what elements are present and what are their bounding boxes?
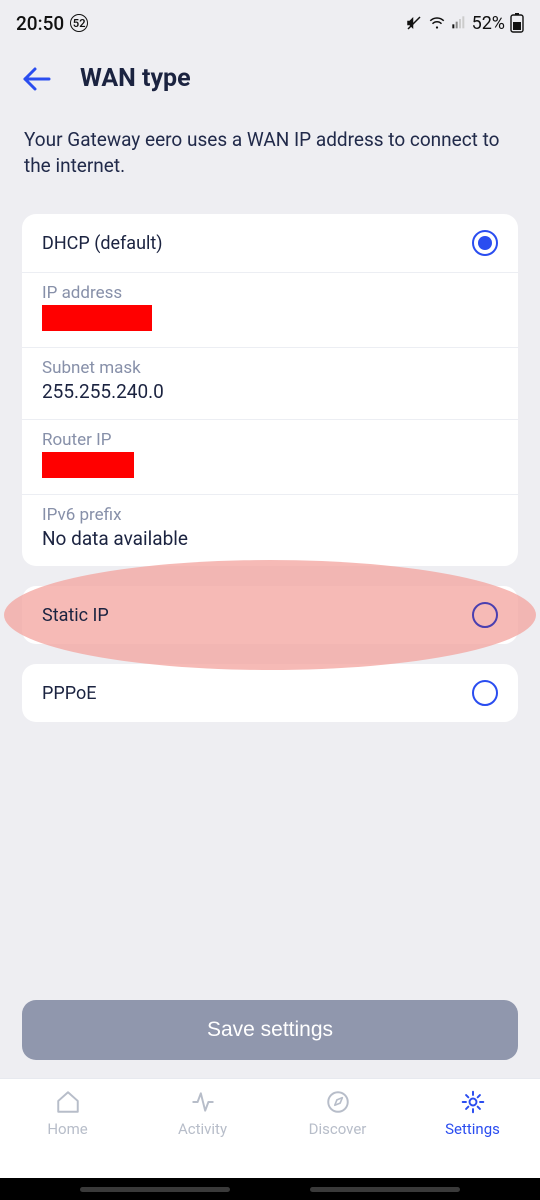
dhcp-subnet-row: Subnet mask 255.255.240.0	[22, 348, 518, 420]
dhcp-ip-row: IP address	[22, 273, 518, 348]
wan-option-pppoe-card: PPPoE	[22, 664, 518, 722]
gesture-pill	[80, 1187, 230, 1192]
gear-icon	[460, 1087, 486, 1117]
battery-icon	[510, 13, 524, 33]
arrow-left-icon	[22, 66, 52, 92]
compass-icon	[325, 1087, 351, 1117]
dhcp-subnet-value: 255.255.240.0	[42, 380, 498, 403]
wan-option-static-label: Static IP	[42, 605, 109, 626]
back-button[interactable]	[22, 66, 52, 92]
dhcp-ipv6-row: IPv6 prefix No data available	[22, 495, 518, 566]
nav-settings[interactable]: Settings	[405, 1087, 540, 1178]
mute-icon	[405, 14, 423, 32]
dhcp-router-value-redacted	[42, 452, 134, 478]
wifi-icon	[428, 14, 446, 32]
radio-selected-icon	[472, 230, 498, 256]
wan-option-dhcp[interactable]: DHCP (default)	[22, 214, 518, 273]
dhcp-ipv6-value: No data available	[42, 527, 498, 550]
dhcp-ip-value-redacted	[42, 305, 152, 331]
status-bar: 20:50 52 52%	[0, 0, 540, 46]
wan-option-pppoe[interactable]: PPPoE	[22, 664, 518, 722]
status-left: 20:50 52	[16, 12, 88, 35]
cell-signal-icon	[451, 15, 467, 31]
wan-option-pppoe-label: PPPoE	[42, 683, 96, 704]
content: Your Gateway eero uses a WAN IP address …	[0, 117, 540, 1000]
activity-icon	[190, 1087, 216, 1117]
status-time: 20:50	[16, 12, 64, 35]
nav-settings-label: Settings	[445, 1120, 500, 1138]
app-header: WAN type	[0, 46, 540, 117]
wan-option-dhcp-label: DHCP (default)	[42, 233, 163, 254]
gesture-pill	[310, 1187, 460, 1192]
dhcp-ip-label: IP address	[42, 283, 498, 303]
status-right: 52%	[405, 13, 524, 34]
battery-percent: 52%	[472, 13, 505, 34]
home-icon	[55, 1087, 81, 1117]
nav-discover-label: Discover	[309, 1120, 367, 1138]
save-button-container: Save settings	[0, 1000, 540, 1078]
page-title: WAN type	[80, 64, 191, 93]
gesture-bar	[0, 1178, 540, 1200]
page-description: Your Gateway eero uses a WAN IP address …	[24, 127, 516, 178]
nav-home-label: Home	[47, 1120, 87, 1138]
wan-option-dhcp-card: DHCP (default) IP address Subnet mask 25…	[22, 214, 518, 566]
nav-home[interactable]: Home	[0, 1087, 135, 1178]
wan-option-static[interactable]: Static IP	[22, 586, 518, 644]
nav-activity-label: Activity	[178, 1120, 227, 1138]
save-settings-button[interactable]: Save settings	[22, 1000, 518, 1060]
dhcp-router-row: Router IP	[22, 420, 518, 495]
dhcp-subnet-label: Subnet mask	[42, 358, 498, 378]
bottom-nav: Home Activity Discover Settings	[0, 1078, 540, 1178]
dhcp-router-label: Router IP	[42, 430, 498, 450]
nav-discover[interactable]: Discover	[270, 1087, 405, 1178]
radio-unselected-icon	[472, 680, 498, 706]
wan-option-static-card: Static IP	[22, 586, 518, 644]
radio-unselected-icon	[472, 602, 498, 628]
status-notification-badge: 52	[70, 14, 88, 32]
nav-activity[interactable]: Activity	[135, 1087, 270, 1178]
dhcp-ipv6-label: IPv6 prefix	[42, 505, 498, 525]
